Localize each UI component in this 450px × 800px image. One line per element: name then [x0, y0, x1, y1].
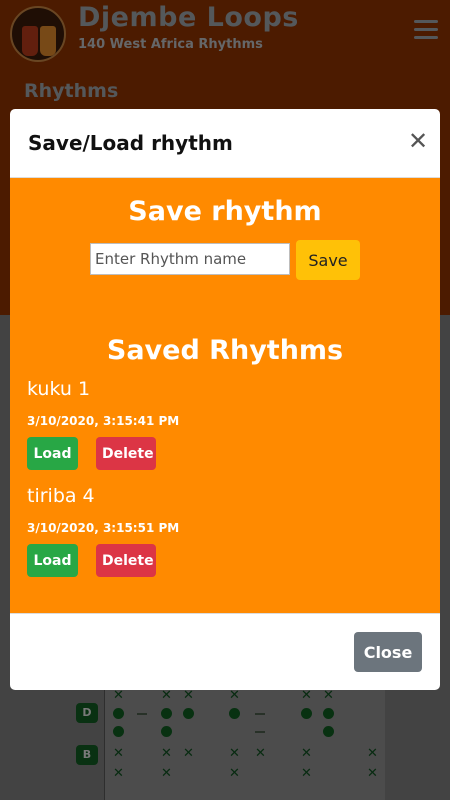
save-button[interactable]: Save: [296, 240, 360, 280]
delete-button[interactable]: Delete: [96, 544, 156, 577]
rhythm-name: tiriba 4: [27, 485, 95, 507]
modal-footer: Close: [10, 613, 440, 690]
saved-rhythm-item: tiriba 4 3/10/2020, 3:15:51 PM Load Dele…: [27, 485, 427, 585]
close-icon[interactable]: ✕: [408, 127, 428, 155]
rhythm-name: kuku 1: [27, 378, 91, 400]
modal-body: Save rhythm Save Saved Rhythms kuku 1 3/…: [10, 178, 440, 613]
modal-header: Save/Load rhythm ✕: [10, 109, 440, 178]
delete-button[interactable]: Delete: [96, 437, 156, 470]
modal-title: Save/Load rhythm: [28, 131, 233, 155]
rhythm-date: 3/10/2020, 3:15:51 PM: [27, 521, 180, 535]
close-button[interactable]: Close: [354, 632, 422, 672]
load-button[interactable]: Load: [27, 437, 78, 470]
saved-heading: Saved Rhythms: [106, 335, 344, 366]
rhythm-name-input[interactable]: [90, 243, 290, 275]
load-button[interactable]: Load: [27, 544, 78, 577]
rhythm-date: 3/10/2020, 3:15:41 PM: [27, 414, 180, 428]
save-load-modal: Save/Load rhythm ✕ Save rhythm Save Save…: [10, 109, 440, 690]
save-heading: Save rhythm: [128, 196, 322, 227]
saved-rhythm-item: kuku 1 3/10/2020, 3:15:41 PM Load Delete: [27, 378, 427, 478]
